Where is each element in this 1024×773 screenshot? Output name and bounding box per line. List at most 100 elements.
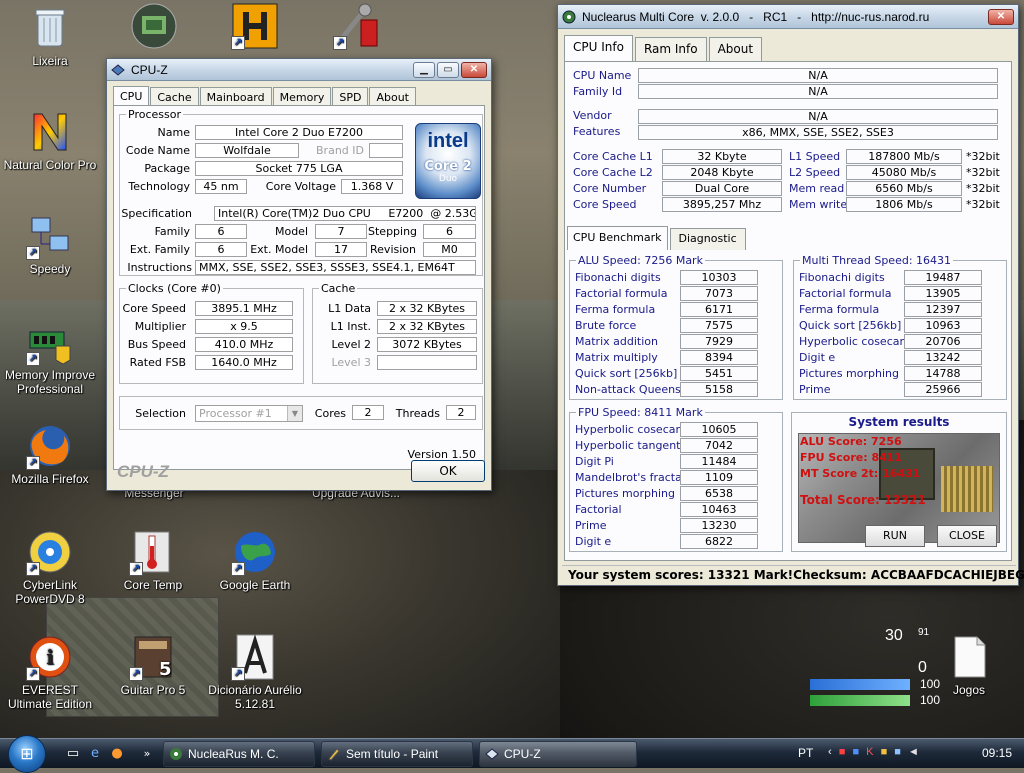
tray-network-icon[interactable]: ■: [852, 746, 861, 758]
tab-cache[interactable]: Cache: [150, 87, 199, 107]
benchmark-value: 19487: [904, 270, 982, 285]
voltage-field: 1.368 V: [341, 179, 403, 194]
chip-icon: [130, 2, 178, 50]
tab-mainboard[interactable]: Mainboard: [199, 87, 272, 107]
memread-unit: *32bit: [966, 182, 1000, 195]
taskbar-item-nuclearus[interactable]: NucleaRus M. C.: [163, 741, 315, 767]
desktop-icon-google-earth[interactable]: ↗ Google Earth: [205, 528, 305, 592]
tab-about[interactable]: About: [369, 87, 416, 107]
memwrite-unit: *32bit: [966, 198, 1000, 211]
l1speed-field: 187800 Mb/s: [846, 149, 962, 164]
l2-field: 2048 Kbyte: [662, 165, 782, 180]
cpuname-field: N/A: [638, 68, 998, 83]
tab-memory[interactable]: Memory: [272, 87, 332, 107]
benchmark-value: 13230: [680, 518, 758, 533]
benchmark-tabs: CPU Benchmark Diagnostic: [565, 222, 1011, 250]
desktop-icon-speedy[interactable]: ↗ Speedy: [0, 212, 100, 276]
benchmark-label: Digit e: [799, 351, 836, 364]
language-indicator[interactable]: PT: [798, 746, 813, 760]
brandid-field: [369, 143, 403, 158]
desktop-icon-label: Dicionário Aurélio 5.12.81: [208, 683, 302, 711]
ok-button[interactable]: OK: [411, 460, 485, 482]
l1-label: Core Cache L1: [573, 150, 653, 163]
desktop-icon-chip[interactable]: [104, 2, 204, 52]
benchmark-label: Ferma formula: [575, 303, 656, 316]
taskbar-item-paint[interactable]: Sem título - Paint: [321, 741, 473, 767]
taskbar-item-cpuz[interactable]: CPU-Z: [479, 741, 637, 767]
benchmark-label: Quick sort [256kb]: [575, 367, 678, 380]
familyid-label: Family Id: [573, 85, 623, 98]
minimize-button[interactable]: ▁: [413, 61, 435, 78]
tab-cpu-benchmark[interactable]: CPU Benchmark: [567, 226, 668, 250]
benchmark-value: 13905: [904, 286, 982, 301]
name-field: Intel Core 2 Duo E7200: [195, 125, 403, 140]
show-desktop-icon[interactable]: ▭: [64, 745, 82, 763]
processor-select[interactable]: Processor #1 ▼: [195, 405, 303, 422]
start-button[interactable]: ⊞: [8, 735, 46, 773]
desktop-icon-powerdvd[interactable]: ↗ CyberLink PowerDVD 8: [0, 528, 100, 606]
desktop-icon-label: Google Earth: [219, 578, 291, 592]
close-button[interactable]: ✕: [461, 61, 487, 78]
tab-about[interactable]: About: [708, 37, 763, 61]
tab-cpu-info[interactable]: CPU Info: [564, 35, 633, 62]
tray-antivirus-icon[interactable]: ■: [839, 746, 848, 758]
desktop-icon-tool[interactable]: ↗: [307, 2, 407, 52]
tray-expand-icon[interactable]: ‹: [828, 746, 834, 758]
desktop-icon-dicionario[interactable]: ↗ Dicionário Aurélio 5.12.81: [205, 633, 305, 711]
benchmark-label: Non-attack Queens: [575, 383, 681, 396]
l2speed-field: 45080 Mb/s: [846, 165, 962, 180]
benchmark-value: 7575: [680, 318, 758, 333]
maximize-button[interactable]: ▭: [437, 61, 459, 78]
paint-icon: [328, 748, 340, 761]
desktop-icon-natural-color-pro[interactable]: Natural Color Pro: [0, 108, 100, 172]
tray-volume-icon[interactable]: ◄: [908, 746, 921, 758]
internet-explorer-icon[interactable]: e: [86, 745, 104, 763]
globe-icon: ↗: [231, 528, 279, 576]
desktop-icon-memory-improve[interactable]: ↗ Memory Improve Professional: [0, 318, 100, 396]
tray-power-icon[interactable]: ■: [881, 746, 890, 758]
quicklaunch-more-icon[interactable]: »: [138, 745, 156, 763]
l1inst-label: L1 Inst.: [330, 320, 371, 333]
tray-k-icon[interactable]: K: [866, 746, 875, 758]
cpuz-titlebar[interactable]: CPU-Z ▁ ▭ ✕: [107, 59, 491, 81]
firefox-quicklaunch-icon[interactable]: ●: [108, 745, 126, 763]
benchmark-label: Hyperbolic cosecant: [575, 423, 687, 436]
desktop-icon-recycle-bin[interactable]: Lixeira: [0, 4, 100, 68]
tray-display-icon[interactable]: ■: [894, 746, 903, 758]
tab-ram-info[interactable]: Ram Info: [634, 37, 707, 61]
stepping-label: Stepping: [368, 225, 418, 238]
nuclearus-titlebar[interactable]: Nuclearus Multi Core v. 2.0.0 - RC1 - ht…: [558, 5, 1018, 29]
desktop-icon-label: Natural Color Pro: [3, 158, 97, 172]
run-button[interactable]: RUN: [865, 525, 925, 547]
desktop-icon-hwmonitor[interactable]: ↗: [205, 2, 305, 52]
benchmark-value: 7073: [680, 286, 758, 301]
desktop-icon-firefox[interactable]: ↗ Mozilla Firefox: [0, 422, 100, 486]
cpuz-window: CPU-Z ▁ ▭ ✕ CPU Cache Mainboard Memory S…: [106, 58, 492, 491]
tab-spd[interactable]: SPD: [332, 87, 369, 107]
brandid-label: Brand ID: [316, 144, 364, 157]
cpuz-footer: CPU-Z OK: [107, 456, 491, 490]
checksum-text: Checksum: ACCBAAFDCACHIEJBEG: [793, 568, 1024, 582]
close-results-button[interactable]: CLOSE: [937, 525, 997, 547]
clock[interactable]: 09:15: [982, 746, 1012, 760]
cpuz-cpu-panel: Processor Name Intel Core 2 Duo E7200 Co…: [113, 105, 485, 470]
l1inst-field: 2 x 32 KBytes: [377, 319, 477, 334]
desktop-icon-core-temp[interactable]: ↗ Core Temp: [103, 528, 203, 592]
benchmark-label: Hyperbolic tangent: [575, 439, 681, 452]
vendor-label: Vendor: [573, 109, 612, 122]
features-label: Features: [573, 125, 621, 138]
model-field: 7: [315, 224, 367, 239]
busspeed-field: 410.0 MHz: [195, 337, 293, 352]
codename-label: Code Name: [125, 144, 190, 157]
logo-line1: Core 2: [424, 159, 472, 174]
hud-energy-value: 100: [920, 677, 941, 691]
tab-diagnostic[interactable]: Diagnostic: [669, 228, 746, 250]
desktop-icon-guitar-pro[interactable]: 5 ↗ Guitar Pro 5: [103, 633, 203, 697]
benchmark-label: Fibonachi digits: [799, 271, 885, 284]
multithread-group: Multi Thread Speed: 16431 Fibonachi digi…: [793, 254, 1007, 400]
close-button[interactable]: ✕: [988, 8, 1014, 25]
l1-field: 32 Kbyte: [662, 149, 782, 164]
desktop-icon-everest[interactable]: i ↗ EVEREST Ultimate Edition: [0, 633, 100, 711]
shortcut-arrow-icon: ↗: [129, 667, 143, 681]
memory-module-icon: ↗: [26, 318, 74, 366]
